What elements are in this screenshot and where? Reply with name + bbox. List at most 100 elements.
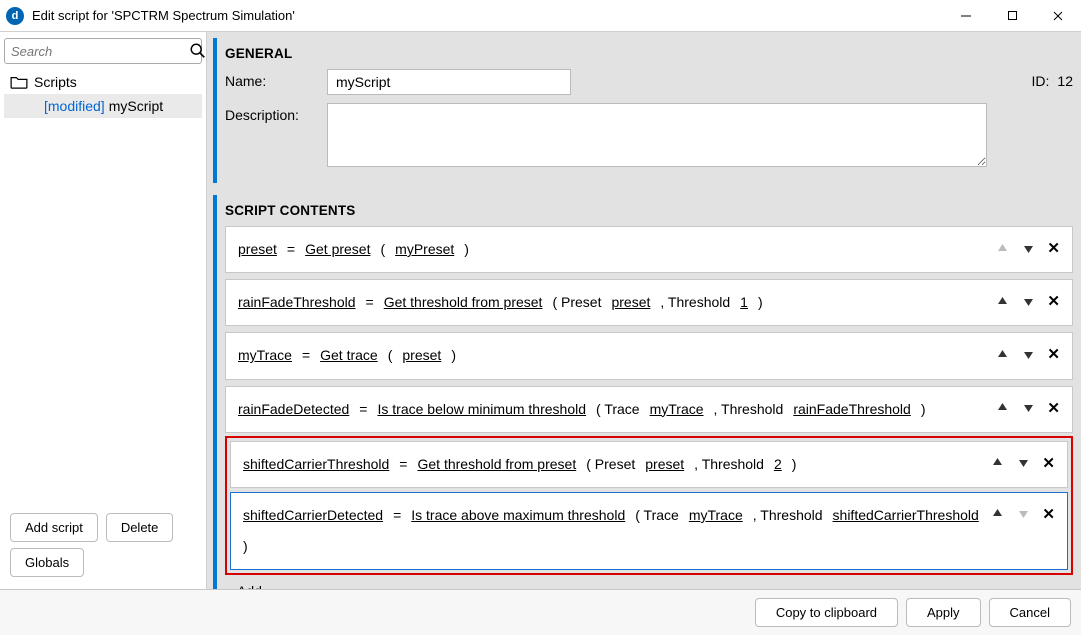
general-section: GENERAL Name: ID: 12 Description:	[213, 38, 1073, 183]
row-controls: ✕	[995, 290, 1060, 310]
open-paren: ( Trace	[635, 503, 679, 528]
main-panel: GENERAL Name: ID: 12 Description: SCRIPT…	[207, 32, 1081, 589]
arg2[interactable]: 1	[740, 290, 748, 315]
search-input[interactable]	[11, 44, 189, 59]
maximize-button[interactable]	[989, 0, 1035, 32]
close-paren: )	[792, 452, 797, 477]
row-controls: ✕	[990, 452, 1055, 472]
open-paren: (	[388, 343, 393, 368]
equals: =	[287, 237, 295, 262]
delete-row-icon[interactable]: ✕	[1042, 505, 1055, 523]
delete-row-icon[interactable]: ✕	[1047, 239, 1060, 257]
open-paren: (	[380, 237, 385, 262]
equals: =	[399, 452, 407, 477]
folder-icon	[10, 75, 28, 89]
delete-row-icon[interactable]: ✕	[1047, 399, 1060, 417]
move-down-icon[interactable]	[1021, 294, 1035, 308]
delete-row-icon[interactable]: ✕	[1042, 454, 1055, 472]
script-row-4[interactable]: shiftedCarrierThreshold = Get threshold fr…	[230, 441, 1068, 488]
general-heading: GENERAL	[225, 42, 1073, 69]
tree-item-label: myScript	[109, 98, 163, 114]
arg2[interactable]: shiftedCarrierThreshold	[833, 503, 979, 528]
script-contents-heading: SCRIPT CONTENTS	[225, 199, 1073, 226]
titlebar: d Edit script for 'SPCTRM Spectrum Simul…	[0, 0, 1081, 32]
equals: =	[302, 343, 310, 368]
function-name[interactable]: Get threshold from preset	[417, 452, 576, 477]
open-paren: ( Preset	[586, 452, 635, 477]
tree-root-label: Scripts	[34, 74, 77, 90]
arg1[interactable]: myPreset	[395, 237, 454, 262]
move-up-icon[interactable]	[990, 507, 1004, 521]
script-row-1[interactable]: rainFadeThreshold=Get threshold from pre…	[225, 279, 1073, 326]
equals: =	[393, 503, 401, 528]
cancel-button[interactable]: Cancel	[989, 598, 1071, 627]
move-down-icon[interactable]	[1021, 401, 1035, 415]
equals: =	[359, 397, 367, 422]
highlight-box: shiftedCarrierThreshold = Get threshold fr…	[225, 436, 1073, 576]
tree-item-myscript[interactable]: [modified] myScript	[4, 94, 202, 118]
script-row-2[interactable]: myTrace = Get trace ( preset) ✕	[225, 332, 1073, 379]
arg-sep: , Threshold	[660, 290, 730, 315]
close-paren: )	[921, 397, 926, 422]
move-up-icon[interactable]	[995, 347, 1009, 361]
arg1[interactable]: preset	[611, 290, 650, 315]
description-input[interactable]	[327, 103, 987, 167]
close-button[interactable]	[1035, 0, 1081, 32]
close-paren: )	[451, 343, 456, 368]
var-name[interactable]: shiftedCarrierThreshold	[243, 452, 389, 477]
delete-button[interactable]: Delete	[106, 513, 174, 542]
name-input[interactable]	[327, 69, 571, 95]
arg1[interactable]: preset	[645, 452, 684, 477]
minimize-button[interactable]	[943, 0, 989, 32]
function-name[interactable]: Get trace	[320, 343, 378, 368]
delete-row-icon[interactable]: ✕	[1047, 345, 1060, 363]
move-down-icon[interactable]	[1021, 347, 1035, 361]
app-icon: d	[6, 7, 24, 25]
script-row-0[interactable]: preset = Get preset ( myPreset) ✕	[225, 226, 1073, 273]
apply-button[interactable]: Apply	[906, 598, 981, 627]
copy-to-clipboard-button[interactable]: Copy to clipboard	[755, 598, 898, 627]
function-name[interactable]: Get threshold from preset	[384, 290, 543, 315]
sidebar: Scripts [modified] myScript Add script D…	[0, 32, 207, 589]
script-row-3[interactable]: rainFadeDetected = Is trace below minimum …	[225, 386, 1073, 433]
globals-button[interactable]: Globals	[10, 548, 84, 577]
arg1[interactable]: preset	[402, 343, 441, 368]
var-name[interactable]: preset	[238, 237, 277, 262]
window-title: Edit script for 'SPCTRM Spectrum Simulat…	[32, 8, 943, 23]
move-down-icon	[1016, 507, 1030, 521]
description-label: Description:	[225, 103, 327, 123]
tree-root-scripts[interactable]: Scripts	[4, 70, 202, 94]
function-name[interactable]: Is trace below minimum threshold	[377, 397, 586, 422]
search-box[interactable]	[4, 38, 202, 64]
row-controls: ✕	[995, 237, 1060, 257]
id-value: 12	[1057, 73, 1073, 89]
move-down-icon[interactable]	[1016, 456, 1030, 470]
add-line-link[interactable]: Add	[225, 575, 266, 589]
move-down-icon[interactable]	[1021, 241, 1035, 255]
var-name[interactable]: shiftedCarrierDetected	[243, 503, 383, 528]
move-up-icon[interactable]	[990, 456, 1004, 470]
arg-sep: , Threshold	[753, 503, 823, 528]
close-paren: )	[243, 534, 248, 559]
move-up-icon	[995, 241, 1009, 255]
arg-sep: , Threshold	[714, 397, 784, 422]
arg2[interactable]: rainFadeThreshold	[793, 397, 911, 422]
arg1[interactable]: myTrace	[650, 397, 704, 422]
name-label: Name:	[225, 69, 327, 89]
function-name[interactable]: Is trace above maximum threshold	[411, 503, 625, 528]
var-name[interactable]: myTrace	[238, 343, 292, 368]
function-name[interactable]: Get preset	[305, 237, 370, 262]
delete-row-icon[interactable]: ✕	[1047, 292, 1060, 310]
var-name[interactable]: rainFadeDetected	[238, 397, 349, 422]
move-up-icon[interactable]	[995, 294, 1009, 308]
var-name[interactable]: rainFadeThreshold	[238, 290, 356, 315]
script-row-5[interactable]: shiftedCarrierDetected = Is trace above ma…	[230, 492, 1068, 570]
close-paren: )	[758, 290, 763, 315]
modified-tag: [modified]	[44, 98, 105, 114]
move-up-icon[interactable]	[995, 401, 1009, 415]
arg2[interactable]: 2	[774, 452, 782, 477]
arg1[interactable]: myTrace	[689, 503, 743, 528]
open-paren: ( Trace	[596, 397, 640, 422]
close-paren: )	[464, 237, 469, 262]
add-script-button[interactable]: Add script	[10, 513, 98, 542]
